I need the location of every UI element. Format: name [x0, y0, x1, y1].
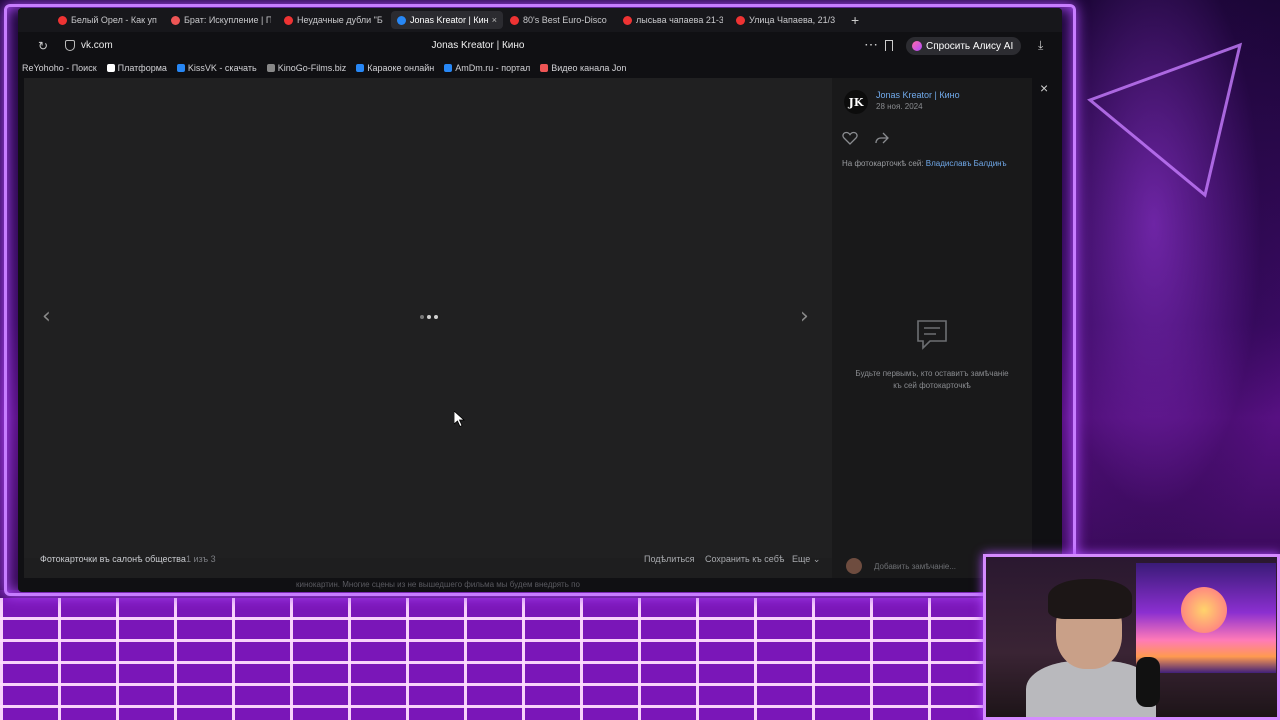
alice-icon	[912, 41, 922, 51]
bookmark-label: KinoGo-Films.biz	[277, 63, 347, 73]
tab[interactable]: 80's Best Euro-Disco	[504, 11, 616, 29]
bookmark-label: AmDm.ru - портал	[455, 63, 531, 73]
tab-favicon-icon	[58, 15, 67, 25]
more-button[interactable]: Еще ⌄	[792, 554, 820, 565]
bookmark-item[interactable]: Видео канала Jon	[540, 63, 626, 73]
bookmark-label: Караоке онлайн	[367, 63, 435, 73]
bookmark-label: ReYohoho - Поиск	[22, 63, 97, 73]
tab[interactable]: Улица Чапаева, 21/3	[730, 11, 842, 29]
photo-viewer: ‹ › Фотокарточки въ салонѣ общества 1 из…	[24, 78, 1032, 578]
tab-favicon-icon	[510, 15, 519, 25]
tab-favicon-icon	[171, 15, 180, 25]
tab[interactable]: Неудачные дубли "Б	[278, 11, 390, 29]
bookmark-favicon-icon	[444, 64, 453, 72]
tab[interactable]: Брат: Искупление | П	[165, 11, 277, 29]
photo-area[interactable]: ‹ › Фотокарточки въ салонѣ общества 1 из…	[24, 78, 832, 564]
tab-bar: Белый Орел - Как уп Брат: Искупление | П…	[18, 8, 1062, 32]
bookmark-item[interactable]: KissVK - скачать	[176, 63, 257, 73]
tab[interactable]: Белый Орел - Как уп	[52, 11, 164, 29]
tab-close-icon[interactable]: ×	[492, 15, 497, 25]
page-title: Jonas Kreator | Кино	[431, 40, 525, 51]
bookmark-icon[interactable]	[885, 40, 893, 51]
vk-favicon-icon	[397, 15, 406, 25]
bookmark-label: Платформа	[117, 63, 167, 73]
tab-active[interactable]: Jonas Kreator | Кин ×	[391, 11, 503, 29]
tab-favicon-icon	[284, 15, 293, 25]
heart-icon[interactable]	[842, 130, 858, 146]
bookmark-item[interactable]: Платформа	[106, 63, 167, 73]
author-avatar[interactable]: JK	[844, 90, 868, 114]
tagged-person-link[interactable]: Владиславъ Балдинъ	[926, 159, 1007, 168]
comment-bubble-icon	[917, 320, 947, 350]
previous-photo-button[interactable]: ‹	[42, 304, 51, 329]
photo-counter: 1 изъ 3	[186, 554, 216, 564]
more-icon[interactable]: ⋯	[864, 36, 879, 53]
bookmark-item[interactable]: ReYohoho - Поиск	[22, 63, 97, 73]
bookmark-label: Видео канала Jon	[551, 63, 627, 73]
new-tab-button[interactable]: +	[851, 12, 859, 28]
microphone	[1136, 657, 1160, 707]
photo-footer: Фотокарточки въ салонѣ общества 1 изъ 3 …	[24, 546, 832, 572]
bookmarks-bar: ReYohoho - Поиск Платформа KissVK - скач…	[18, 60, 1062, 76]
ask-alice-button[interactable]: Спросить Алису AI	[906, 37, 1022, 55]
close-icon[interactable]: ×	[1040, 80, 1048, 96]
bookmark-label: KissVK - скачать	[187, 63, 257, 73]
bookmark-item[interactable]: Караоке онлайн	[356, 63, 434, 73]
mouse-cursor-icon	[454, 411, 466, 427]
tagged-people: На фотокарточкѣ сей: Владиславъ Балдинъ	[842, 159, 1007, 168]
bookmark-favicon-icon	[356, 64, 365, 72]
tab-favicon-icon	[623, 15, 632, 25]
streamer-hair	[1048, 579, 1132, 619]
synthwave-poster	[1136, 563, 1276, 673]
save-to-self-button[interactable]: Сохранить къ себѣ	[705, 554, 784, 564]
webcam-overlay	[983, 554, 1280, 720]
photo-side-panel: JK Jonas Kreator | Кино 28 ноя. 2024 На …	[832, 78, 1032, 578]
background-post-text: кинокартин. Многие сцены из не вышедшего…	[296, 580, 580, 589]
bookmark-item[interactable]: AmDm.ru - портал	[444, 63, 530, 73]
loading-indicator	[420, 315, 438, 319]
bookmark-favicon-icon	[106, 64, 115, 72]
address-bar: ↻ vk.com Jonas Kreator | Кино ⋯ Спросить…	[18, 34, 1062, 58]
sun-shape	[1181, 587, 1227, 633]
bookmark-item[interactable]: KinoGo-Films.biz	[266, 63, 347, 73]
share-button[interactable]: Подѣлиться	[644, 554, 695, 564]
bookmark-favicon-icon	[176, 64, 185, 72]
comment-placeholder: Добавить замѣчаніе...	[874, 562, 957, 571]
post-date: 28 ноя. 2024	[876, 102, 923, 111]
share-arrow-icon[interactable]	[874, 130, 890, 146]
album-title[interactable]: Фотокарточки въ салонѣ общества	[40, 554, 186, 564]
chevron-down-icon: ⌄	[812, 554, 821, 564]
bookmark-favicon-icon	[266, 64, 275, 72]
empty-comments-text: Будьте первымъ, кто оставитъ замѣчаніе к…	[855, 369, 1009, 390]
tagged-prefix: На фотокарточкѣ сей:	[842, 159, 924, 168]
ask-alice-label: Спросить Алису AI	[926, 40, 1014, 52]
neon-triangle-decoration	[1087, 42, 1243, 198]
download-icon[interactable]: ⤓	[1038, 38, 1043, 53]
more-label: Еще	[792, 554, 811, 564]
browser-window: Белый Орел - Как уп Брат: Искупление | П…	[18, 8, 1062, 592]
map-pin-icon	[736, 15, 745, 25]
tab[interactable]: лысьва чапаева 21-3	[617, 11, 729, 29]
my-avatar	[846, 558, 862, 574]
author-name-link[interactable]: Jonas Kreator | Кино	[876, 90, 960, 100]
next-photo-button[interactable]: ›	[800, 304, 809, 329]
bookmark-favicon-icon	[540, 64, 549, 72]
